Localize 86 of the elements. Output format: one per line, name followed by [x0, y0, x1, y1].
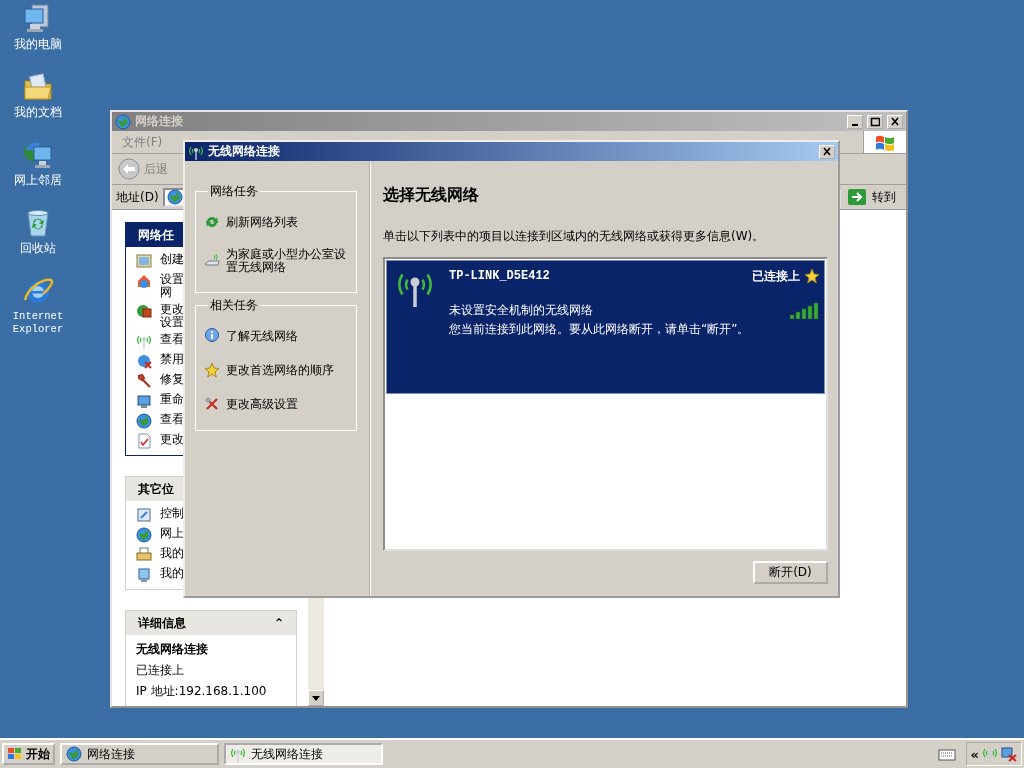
place-link[interactable]: 网上 — [160, 527, 186, 540]
desktop-icon-label[interactable]: 回收站 — [20, 242, 56, 255]
panel-title: 其它位 — [138, 480, 174, 498]
house-globe-icon — [136, 273, 152, 289]
computer-icon — [136, 567, 152, 583]
minimize-button[interactable] — [847, 114, 863, 129]
wireless-antenna-icon — [230, 746, 246, 762]
task-link[interactable]: 查看 — [160, 413, 186, 426]
window-title: 网络连接 — [135, 113, 184, 130]
globe-icon — [136, 413, 152, 429]
task-link[interactable]: 更改 — [160, 433, 186, 446]
desktop-icon-label[interactable]: Internet Explorer — [8, 310, 68, 336]
dialog-title: 无线网络连接 — [208, 143, 281, 160]
network-item[interactable]: TP-LINK_D5E412 已连接上 未设置安全机制的无线网络 您当前连接到此网络。要从此网络断开，请单击“断开”。 — [386, 260, 825, 394]
collapse-button[interactable]: ⌃ — [273, 616, 284, 630]
group-title: 相关任务 — [209, 297, 259, 314]
picture-frame-icon — [136, 253, 152, 269]
refresh-icon — [204, 214, 220, 230]
network-disconnected-icon[interactable] — [1001, 746, 1017, 762]
globe-cross-icon — [136, 353, 152, 369]
star-icon — [204, 362, 220, 378]
desktop-icon-label[interactable]: 我的电脑 — [14, 38, 62, 51]
task-link[interactable]: 更改首选网络的顺序 — [226, 363, 334, 377]
network-name: TP-LINK_D5E412 — [449, 269, 550, 283]
task-link[interactable]: 更改高级设置 — [226, 397, 298, 411]
desktop-icon-label[interactable]: 我的文档 — [14, 106, 62, 119]
task-link[interactable]: 查看 — [160, 333, 186, 346]
task-link[interactable]: 更改设置 — [160, 303, 186, 329]
connection-status: 已连接上 — [136, 662, 185, 679]
security-text: 未设置安全机制的无线网络 — [449, 302, 593, 319]
connection-name: 无线网络连接 — [136, 641, 209, 658]
minimize-icon — [852, 123, 858, 126]
task-link[interactable]: 创建 — [160, 253, 186, 266]
keyboard-icon[interactable] — [937, 747, 956, 761]
taskbar-button[interactable]: 网络连接 — [60, 743, 219, 765]
task-link[interactable]: 禁用 — [160, 353, 186, 366]
network-globe-icon — [115, 113, 131, 130]
instruction-text: 单击以下列表中的项目以连接到区域内的无线网络或获得更多信息(W)。 — [383, 228, 766, 245]
expand-tray-button[interactable]: « — [970, 746, 979, 762]
monitor-icon — [136, 393, 152, 409]
panel-title: 详细信息 — [138, 614, 186, 632]
wireless-antenna-icon — [136, 333, 152, 349]
taskbar-button[interactable]: 无线网络连接 — [224, 743, 383, 765]
go-button[interactable]: 转到 — [845, 188, 902, 206]
group-title: 网络任务 — [209, 183, 259, 200]
task-link[interactable]: 了解无线网络 — [226, 329, 298, 343]
connection-status: 已连接上 — [752, 267, 800, 285]
desktop-icon-label[interactable]: 网上邻居 — [14, 174, 62, 187]
wireless-tray-icon — [982, 746, 998, 762]
dialog-heading: 选择无线网络 — [383, 185, 480, 206]
start-button[interactable]: 开始 — [2, 743, 55, 765]
ip-address: IP 地址:192.168.1.100 — [136, 683, 268, 700]
panel-title: 网络任 — [138, 226, 174, 244]
close-button[interactable] — [887, 114, 903, 129]
network-globe-icon — [166, 189, 183, 205]
connection-message: 您当前连接到此网络。要从此网络断开，请单击“断开”。 — [449, 321, 751, 338]
close-icon — [890, 116, 900, 127]
scroll-down-button[interactable] — [308, 690, 324, 706]
disconnect-button[interactable]: 断开(D) — [753, 561, 828, 584]
task-link[interactable]: 设置网 — [160, 273, 186, 299]
signal-strength-icon — [790, 301, 820, 319]
place-link[interactable]: 控制 — [160, 507, 186, 520]
network-globe-icon — [66, 746, 82, 762]
maximize-button[interactable] — [867, 114, 883, 129]
document-check-icon — [136, 433, 152, 449]
task-link[interactable]: 修复 — [160, 373, 186, 386]
down-arrow-icon — [312, 695, 320, 701]
network-globe-icon — [136, 527, 152, 543]
task-link[interactable]: 刷新网络列表 — [226, 215, 298, 229]
network-computer-icon — [22, 139, 54, 171]
star-icon — [804, 268, 820, 284]
maximize-icon — [870, 116, 880, 127]
wrench-icon — [136, 373, 152, 389]
close-icon — [822, 146, 832, 157]
task-link[interactable]: 重命 — [160, 393, 186, 406]
folder-icon — [22, 71, 54, 103]
router-icon — [204, 253, 220, 269]
task-link[interactable]: 为家庭或小型办公室设置无线网络 — [226, 248, 350, 274]
info-icon — [204, 328, 220, 344]
windows-flag-icon — [874, 133, 896, 151]
place-link[interactable]: 我的 — [160, 547, 186, 560]
place-link[interactable]: 我的 — [160, 567, 186, 580]
address-label: 地址(D) — [116, 188, 159, 206]
close-button[interactable] — [819, 144, 835, 159]
control-panel-icon — [136, 507, 152, 523]
windows-logo-icon — [7, 747, 23, 761]
